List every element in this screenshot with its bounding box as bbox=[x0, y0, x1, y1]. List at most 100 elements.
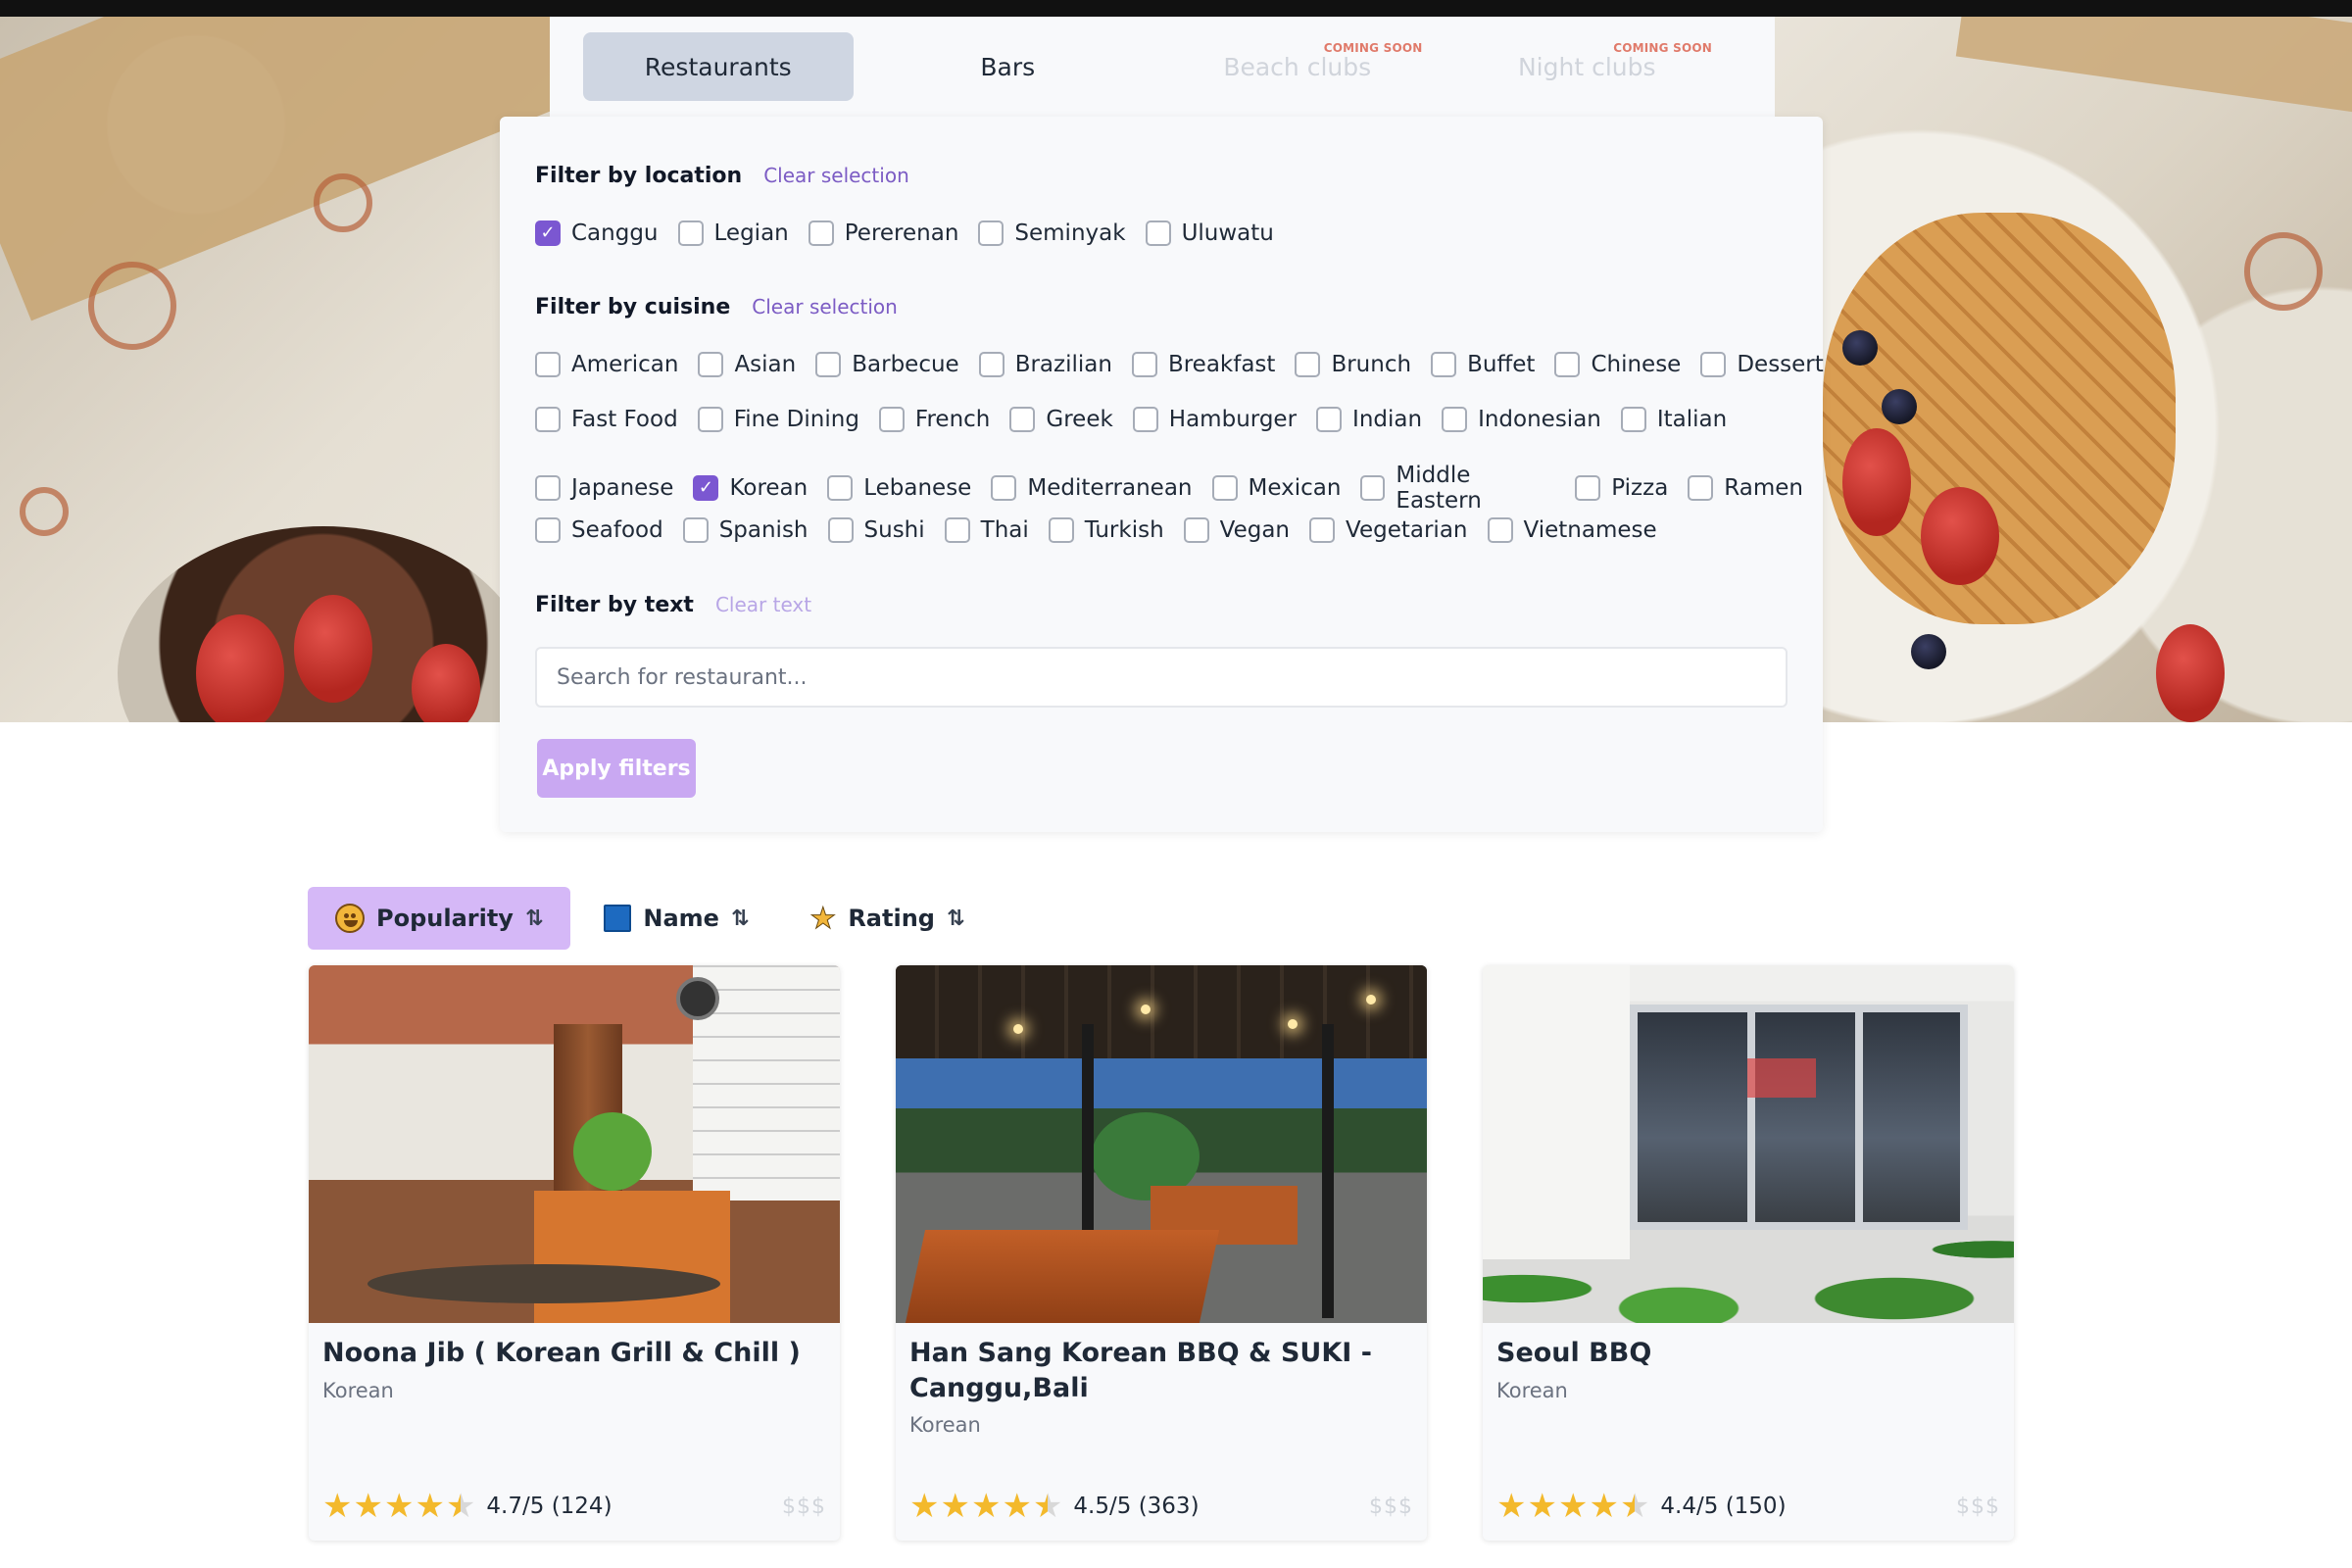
filter-option[interactable]: Indonesian bbox=[1442, 407, 1601, 432]
checkbox[interactable] bbox=[535, 475, 561, 501]
filter-option[interactable]: Barbecue bbox=[815, 352, 959, 377]
checkbox[interactable] bbox=[1688, 475, 1714, 501]
sort-name-button[interactable]: Name ⇅ bbox=[576, 887, 776, 950]
filter-option-label: Brunch bbox=[1331, 352, 1412, 377]
checkbox[interactable] bbox=[697, 407, 723, 432]
checkbox[interactable] bbox=[815, 352, 842, 377]
restaurant-card[interactable]: Han Sang Korean BBQ & SUKI - Canggu,Bali… bbox=[896, 965, 1427, 1541]
filter-option[interactable]: ✓ Canggu bbox=[535, 220, 659, 246]
checkbox[interactable] bbox=[1360, 475, 1386, 501]
checkbox[interactable] bbox=[878, 407, 905, 432]
checkbox[interactable] bbox=[1431, 352, 1457, 377]
clear-text-link[interactable]: Clear text bbox=[715, 593, 811, 616]
filter-option[interactable]: Spanish bbox=[682, 517, 808, 543]
checkbox[interactable] bbox=[1487, 517, 1513, 543]
checkbox[interactable] bbox=[978, 352, 1004, 377]
restaurant-card[interactable]: Noona Jib ( Korean Grill & Chill ) Korea… bbox=[309, 965, 840, 1541]
tab-label: Bars bbox=[980, 52, 1036, 81]
filter-option[interactable]: American bbox=[535, 352, 678, 377]
checkbox-checked[interactable]: ✓ bbox=[535, 220, 561, 246]
checkbox[interactable] bbox=[1620, 407, 1646, 432]
filter-option[interactable]: Chinese bbox=[1554, 352, 1681, 377]
filter-option[interactable]: Sushi bbox=[827, 517, 925, 543]
checkbox[interactable] bbox=[978, 220, 1004, 246]
filter-option[interactable]: Pizza bbox=[1575, 475, 1668, 501]
clear-cuisine-link[interactable]: Clear selection bbox=[752, 295, 898, 318]
rating-text: 4.4/5 (150) bbox=[1660, 1494, 1787, 1519]
filter-option[interactable]: Italian bbox=[1620, 407, 1727, 432]
checkbox[interactable] bbox=[535, 407, 561, 432]
checkbox[interactable] bbox=[677, 220, 704, 246]
filter-option[interactable]: Dessert bbox=[1700, 352, 1824, 377]
filter-option[interactable]: French bbox=[878, 407, 990, 432]
filter-option[interactable]: Indian bbox=[1316, 407, 1422, 432]
checkbox[interactable] bbox=[682, 517, 709, 543]
filter-option[interactable]: Ramen bbox=[1688, 475, 1803, 501]
filter-option[interactable]: Fine Dining bbox=[697, 407, 859, 432]
checkbox[interactable] bbox=[808, 220, 834, 246]
filter-option[interactable]: Greek bbox=[1009, 407, 1113, 432]
checkbox[interactable] bbox=[944, 517, 970, 543]
checkbox[interactable] bbox=[1700, 352, 1727, 377]
filter-option[interactable]: Mexican bbox=[1211, 475, 1341, 501]
checkbox[interactable] bbox=[1048, 517, 1074, 543]
filter-option-label: Vegetarian bbox=[1346, 517, 1468, 543]
sort-rating-button[interactable]: ★ Rating ⇅ bbox=[782, 887, 992, 950]
checkbox[interactable] bbox=[698, 352, 724, 377]
checkbox[interactable] bbox=[1295, 352, 1321, 377]
tab-bars[interactable]: Bars bbox=[873, 32, 1144, 101]
checkbox[interactable] bbox=[991, 475, 1017, 501]
checkbox[interactable] bbox=[1442, 407, 1468, 432]
checkbox[interactable] bbox=[1309, 517, 1336, 543]
checkbox-checked[interactable]: ✓ bbox=[693, 475, 719, 501]
clear-location-link[interactable]: Clear selection bbox=[763, 164, 909, 187]
checkbox[interactable] bbox=[535, 517, 561, 543]
filter-option[interactable]: Mediterranean bbox=[991, 475, 1193, 501]
filter-option[interactable]: Seminyak bbox=[978, 220, 1126, 246]
checkbox[interactable] bbox=[1145, 220, 1171, 246]
tab-restaurants[interactable]: Restaurants bbox=[583, 32, 854, 101]
checkbox[interactable] bbox=[827, 475, 854, 501]
filter-option[interactable]: Brunch bbox=[1295, 352, 1411, 377]
filter-option-label: Indian bbox=[1352, 407, 1423, 432]
filter-option[interactable]: Seafood bbox=[535, 517, 663, 543]
filter-option[interactable]: ✓ Korean bbox=[693, 475, 808, 501]
filter-option[interactable]: Japanese bbox=[535, 475, 673, 501]
filter-option[interactable]: Thai bbox=[944, 517, 1029, 543]
restaurant-card[interactable]: Seoul BBQ Korean ★ ★ ★ ★ ★ 4.4/5 (150) $$$ bbox=[1483, 965, 2014, 1541]
checkbox[interactable] bbox=[1316, 407, 1343, 432]
restaurant-search-input[interactable] bbox=[535, 647, 1788, 708]
checkbox[interactable] bbox=[535, 352, 561, 377]
filter-option[interactable]: Middle Eastern bbox=[1360, 463, 1555, 514]
filter-option[interactable]: Brazilian bbox=[978, 352, 1112, 377]
filter-option[interactable]: Hamburger bbox=[1132, 407, 1297, 432]
checkbox[interactable] bbox=[1131, 352, 1157, 377]
checkbox[interactable] bbox=[827, 517, 854, 543]
filter-option[interactable]: Vegetarian bbox=[1309, 517, 1468, 543]
star-half-icon: ★ bbox=[1619, 1487, 1650, 1526]
checkbox[interactable] bbox=[1554, 352, 1581, 377]
filter-option[interactable]: Breakfast bbox=[1131, 352, 1275, 377]
filter-option-label: Seafood bbox=[571, 517, 663, 543]
filter-option[interactable]: Uluwatu bbox=[1145, 220, 1274, 246]
star-full-icon: ★ bbox=[322, 1487, 353, 1526]
filter-option[interactable]: Vietnamese bbox=[1487, 517, 1657, 543]
filter-option[interactable]: Lebanese bbox=[827, 475, 971, 501]
checkbox[interactable] bbox=[1009, 407, 1036, 432]
filter-option[interactable]: Fast Food bbox=[535, 407, 678, 432]
filter-option[interactable]: Pererenan bbox=[808, 220, 958, 246]
sort-popularity-button[interactable]: Popularity ⇅ bbox=[308, 887, 571, 950]
top-bar bbox=[0, 0, 2352, 17]
checkbox[interactable] bbox=[1575, 475, 1601, 501]
checkbox[interactable] bbox=[1132, 407, 1158, 432]
filter-option[interactable]: Turkish bbox=[1048, 517, 1164, 543]
coming-soon-badge: COMING SOON bbox=[1613, 41, 1712, 55]
filter-option[interactable]: Vegan bbox=[1183, 517, 1290, 543]
filter-option-label: Chinese bbox=[1591, 352, 1682, 377]
filter-option[interactable]: Buffet bbox=[1431, 352, 1535, 377]
filter-option[interactable]: Legian bbox=[677, 220, 789, 246]
filter-option[interactable]: Asian bbox=[698, 352, 796, 377]
checkbox[interactable] bbox=[1211, 475, 1238, 501]
apply-filters-button[interactable]: Apply filters bbox=[537, 739, 696, 798]
checkbox[interactable] bbox=[1183, 517, 1209, 543]
